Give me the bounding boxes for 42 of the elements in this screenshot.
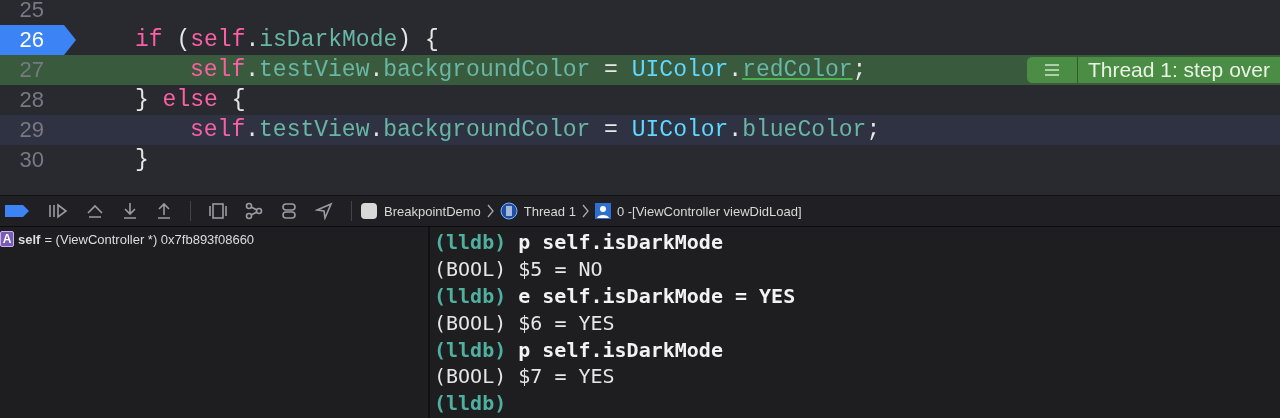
code-line: self.testView.backgroundColor = UIColor.redColor;: [189, 57, 867, 83]
environment-overrides-icon[interactable]: [281, 202, 297, 220]
line-number[interactable]: 28: [0, 85, 76, 115]
continue-icon[interactable]: [48, 203, 68, 219]
line-number[interactable]: 25: [0, 0, 76, 25]
code-line: } else {: [134, 87, 246, 113]
chevron-icon: [486, 204, 494, 218]
console-output: (BOOL) $7 = YES: [434, 364, 615, 389]
annotation-text: Thread 1: step over: [1086, 58, 1271, 82]
breakpoint-toggle-icon[interactable]: [4, 204, 30, 218]
lldb-prompt: (lldb): [434, 391, 507, 416]
code-line: }: [134, 147, 149, 173]
console-command: p self.isDarkMode: [518, 337, 723, 362]
line-number[interactable]: 26: [0, 25, 76, 55]
code-line: if (self.isDarkMode) {: [134, 27, 439, 53]
console-output: (BOOL) $5 = NO: [434, 257, 603, 282]
line-number[interactable]: 27: [0, 55, 76, 85]
person-icon: [594, 203, 611, 219]
step-over-icon[interactable]: [86, 203, 104, 219]
code-line: self.testView.backgroundColor = UIColor.blueColor;: [189, 117, 881, 143]
console-output: (BOOL) $6 = YES: [434, 310, 615, 335]
thread-icon: [499, 202, 518, 220]
lldb-prompt: (lldb): [434, 337, 507, 362]
breadcrumb[interactable]: 0 -[ViewController viewDidLoad]: [616, 203, 802, 219]
view-debugger-icon[interactable]: [209, 202, 227, 220]
breadcrumb[interactable]: BreakpointDemo: [384, 203, 481, 219]
step-out-icon[interactable]: [156, 202, 172, 220]
chevron-icon: [581, 204, 589, 218]
lldb-prompt: (lldb): [434, 230, 507, 255]
location-icon[interactable]: [315, 202, 333, 220]
breadcrumb[interactable]: Thread 1: [523, 203, 576, 219]
console-command: e self.isDarkMode = YES: [518, 284, 796, 308]
lldb-prompt: (lldb): [434, 284, 507, 308]
variable-name[interactable]: self: [18, 231, 41, 247]
memory-graph-icon[interactable]: [245, 202, 263, 220]
step-into-icon[interactable]: [122, 202, 138, 220]
line-number[interactable]: 29: [0, 115, 76, 145]
console-command: p self.isDarkMode: [518, 230, 723, 255]
variable-badge: A: [0, 231, 14, 247]
line-number[interactable]: 30: [0, 145, 76, 175]
variable-value: = (ViewController *) 0x7fb893f08660: [44, 231, 255, 247]
app-icon: [360, 202, 378, 220]
